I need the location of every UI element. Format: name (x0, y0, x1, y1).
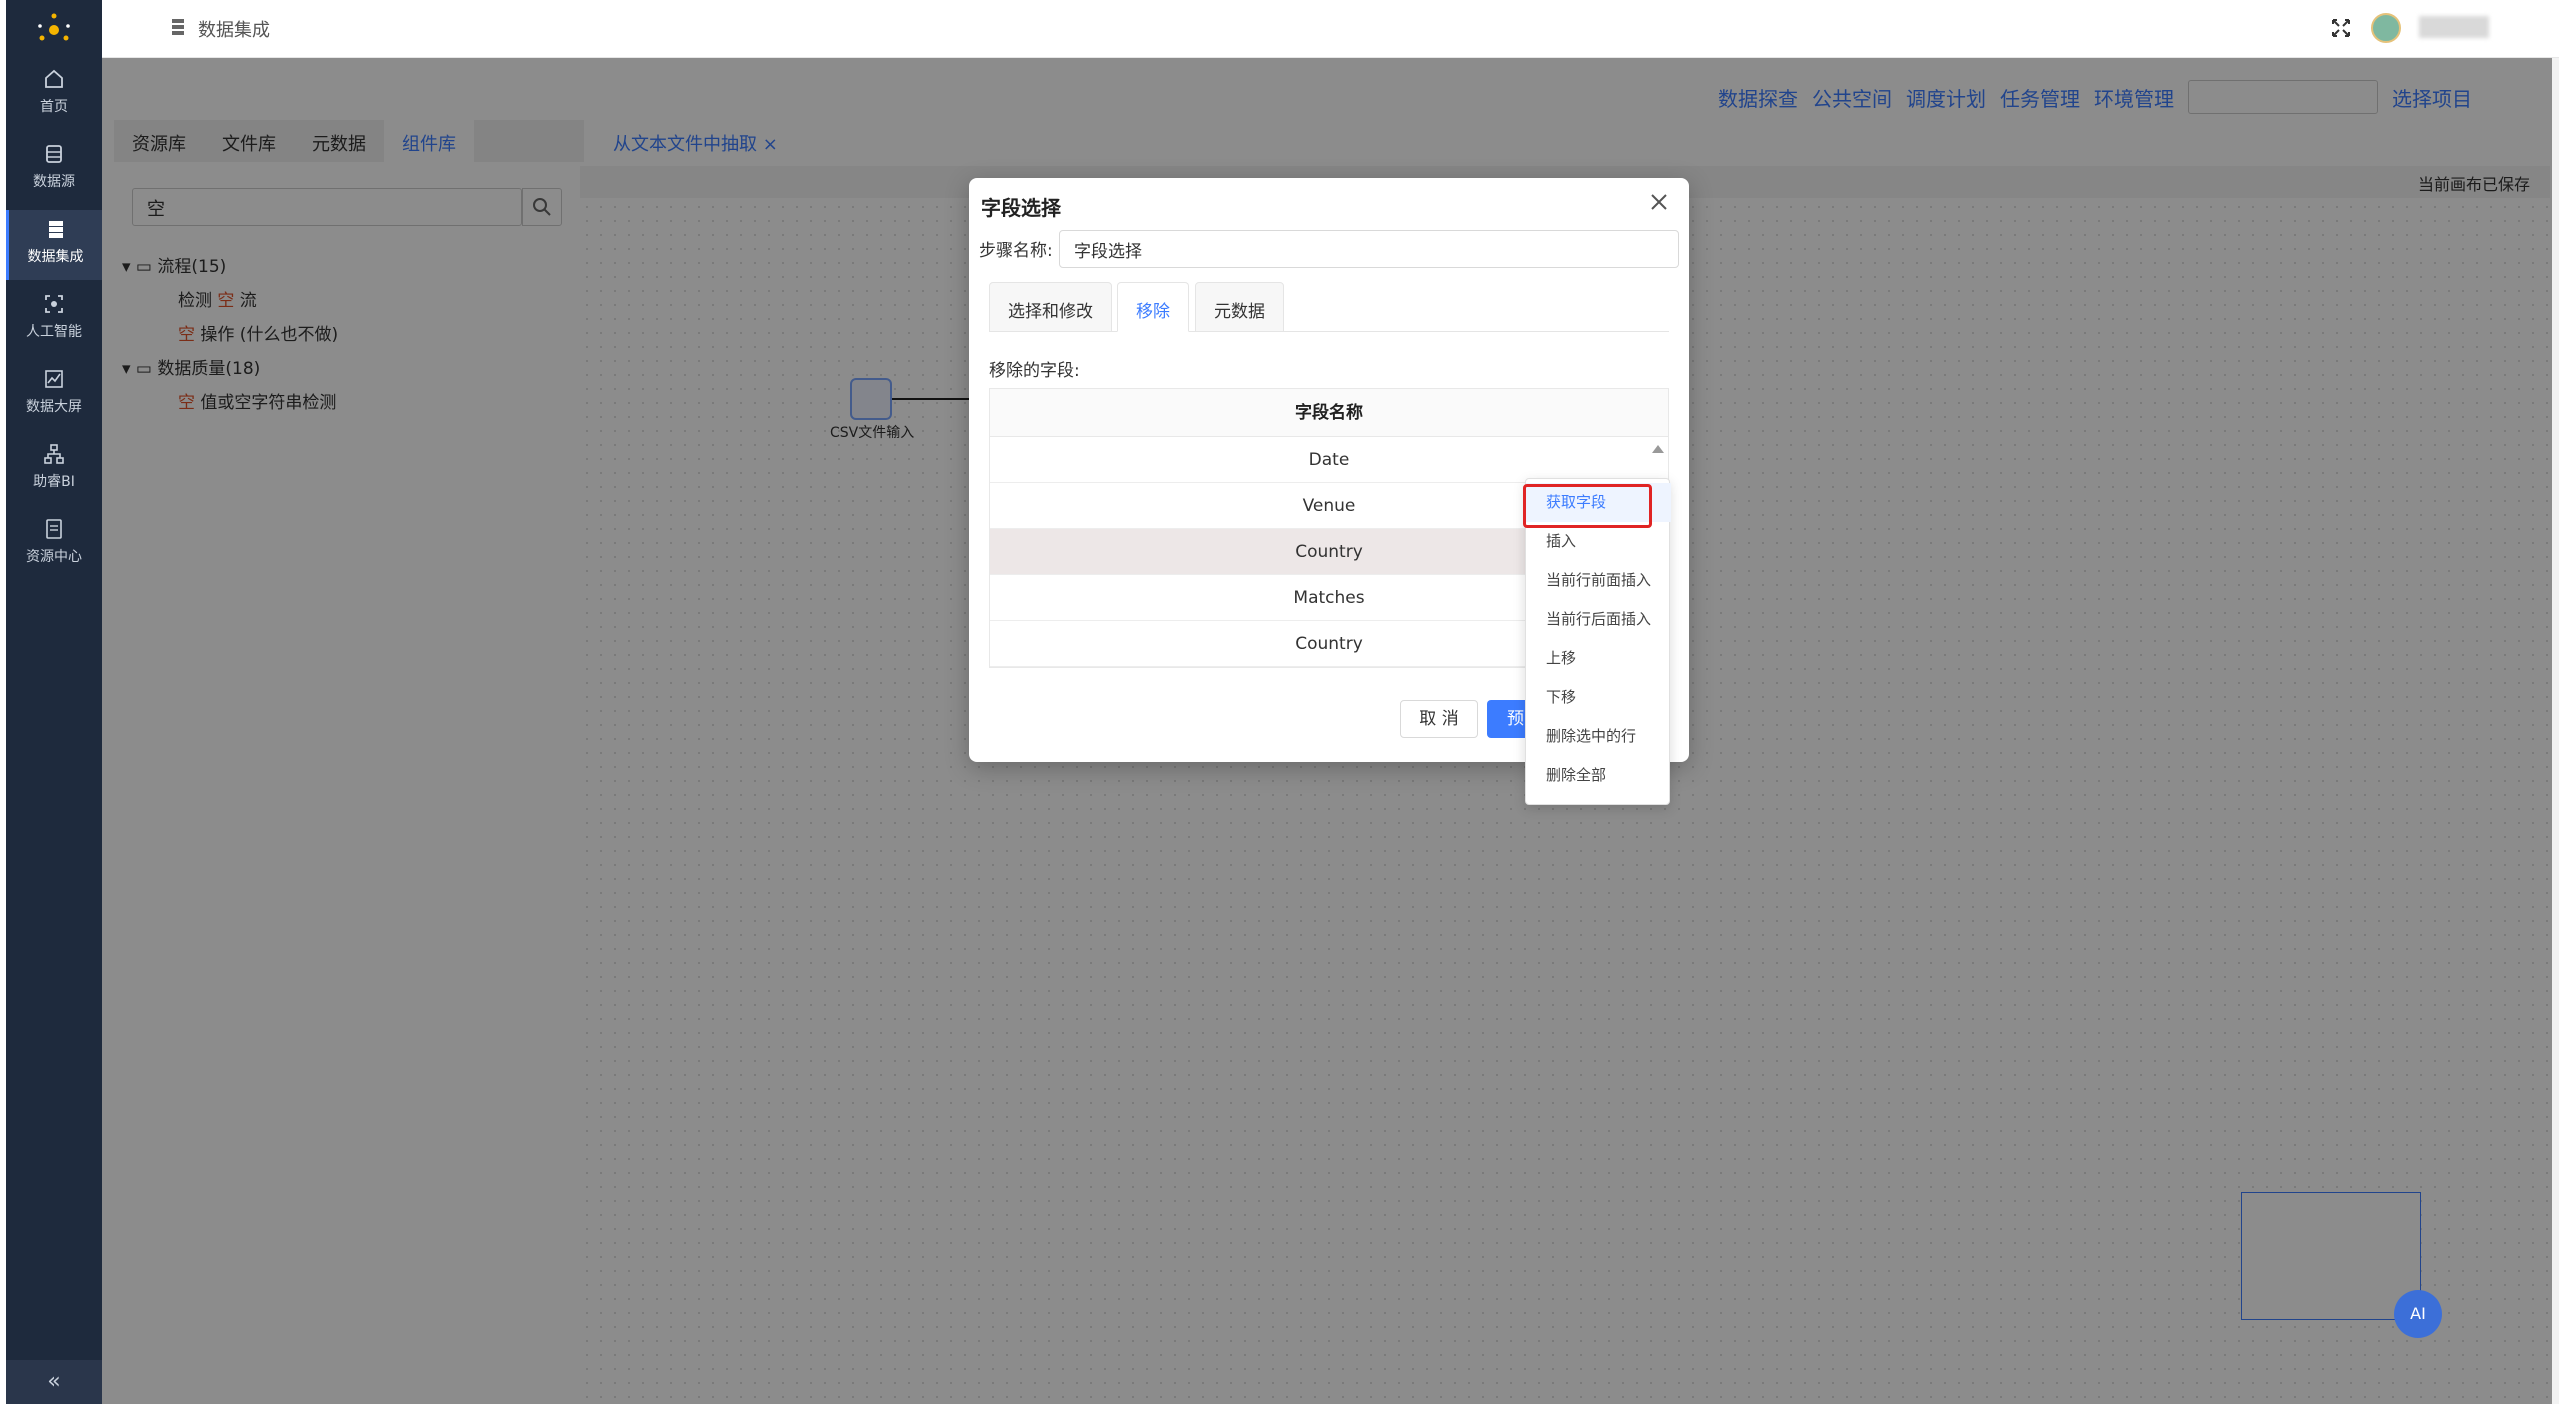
nav-item-ai[interactable]: 人工智能 (6, 285, 102, 355)
table-header: 字段名称 (990, 389, 1668, 437)
step-name-input[interactable]: 字段选择 (1059, 230, 1679, 268)
nav-label-dashboard: 数据大屏 (26, 399, 82, 415)
nav-label-datasource: 数据源 (33, 174, 75, 190)
tab-remove[interactable]: 移除 (1117, 282, 1189, 332)
tab-select-modify[interactable]: 选择和修改 (989, 282, 1112, 332)
table-row[interactable]: Date (990, 437, 1668, 483)
fullscreen-icon[interactable] (2331, 18, 2351, 38)
cancel-button[interactable]: 取 消 (1400, 700, 1478, 738)
username-blurred[interactable] (2419, 16, 2489, 38)
nav-item-bi[interactable]: 助睿BI (6, 435, 102, 505)
menu-item-move-down[interactable]: 下移 (1526, 678, 1671, 717)
close-icon[interactable] (1647, 190, 1671, 214)
chart-line-icon (45, 370, 63, 388)
stack-icon (48, 221, 63, 238)
dialog-title: 字段选择 (981, 196, 1061, 220)
ai-scan-icon (45, 295, 63, 313)
nav-collapse-button[interactable]: « (6, 1360, 102, 1404)
step-name-label: 步骤名称: (979, 241, 1053, 261)
nav-label-ai: 人工智能 (26, 324, 82, 340)
org-chart-icon (44, 444, 64, 464)
menu-item-insert-before[interactable]: 当前行前面插入 (1526, 561, 1671, 600)
document-icon (46, 519, 62, 539)
side-nav: 首页 数据源 数据集成 人工智能 数据大屏 助睿BI 资源中心 « (6, 0, 102, 1404)
nav-item-dashboard[interactable]: 数据大屏 (6, 360, 102, 430)
menu-item-insert-after[interactable]: 当前行后面插入 (1526, 600, 1671, 639)
menu-item-delete-selected[interactable]: 删除选中的行 (1526, 717, 1671, 756)
nav-item-resources[interactable]: 资源中心 (6, 510, 102, 580)
database-icon (46, 145, 62, 163)
dialog-tabs: 选择和修改 移除 元数据 (989, 282, 1669, 332)
page-scrollbar[interactable] (2552, 58, 2559, 1404)
nav-label-integration: 数据集成 (27, 249, 84, 265)
menu-item-delete-all[interactable]: 删除全部 (1526, 756, 1671, 795)
avatar[interactable] (2371, 13, 2401, 43)
ai-assistant-button[interactable]: AI (2394, 1290, 2442, 1338)
nav-label-resources: 资源中心 (26, 549, 82, 565)
nav-item-datasource[interactable]: 数据源 (6, 135, 102, 205)
nav-item-integration[interactable]: 数据集成 (6, 210, 102, 280)
nav-label-bi: 助睿BI (33, 474, 75, 490)
nav-item-home[interactable]: 首页 (6, 60, 102, 130)
tab-meta[interactable]: 元数据 (1195, 282, 1284, 332)
menu-item-move-up[interactable]: 上移 (1526, 639, 1671, 678)
removed-fields-label: 移除的字段: (989, 361, 1080, 381)
scroll-up-icon[interactable] (1650, 441, 1666, 457)
page-title: 数据集成 (198, 20, 270, 41)
home-icon (45, 69, 63, 88)
top-bar: 数据集成 (102, 0, 2559, 58)
menu-stack-icon (172, 19, 184, 35)
nav-label-home: 首页 (40, 99, 68, 115)
highlight-box (1523, 484, 1652, 528)
logo-icon[interactable] (36, 12, 72, 48)
